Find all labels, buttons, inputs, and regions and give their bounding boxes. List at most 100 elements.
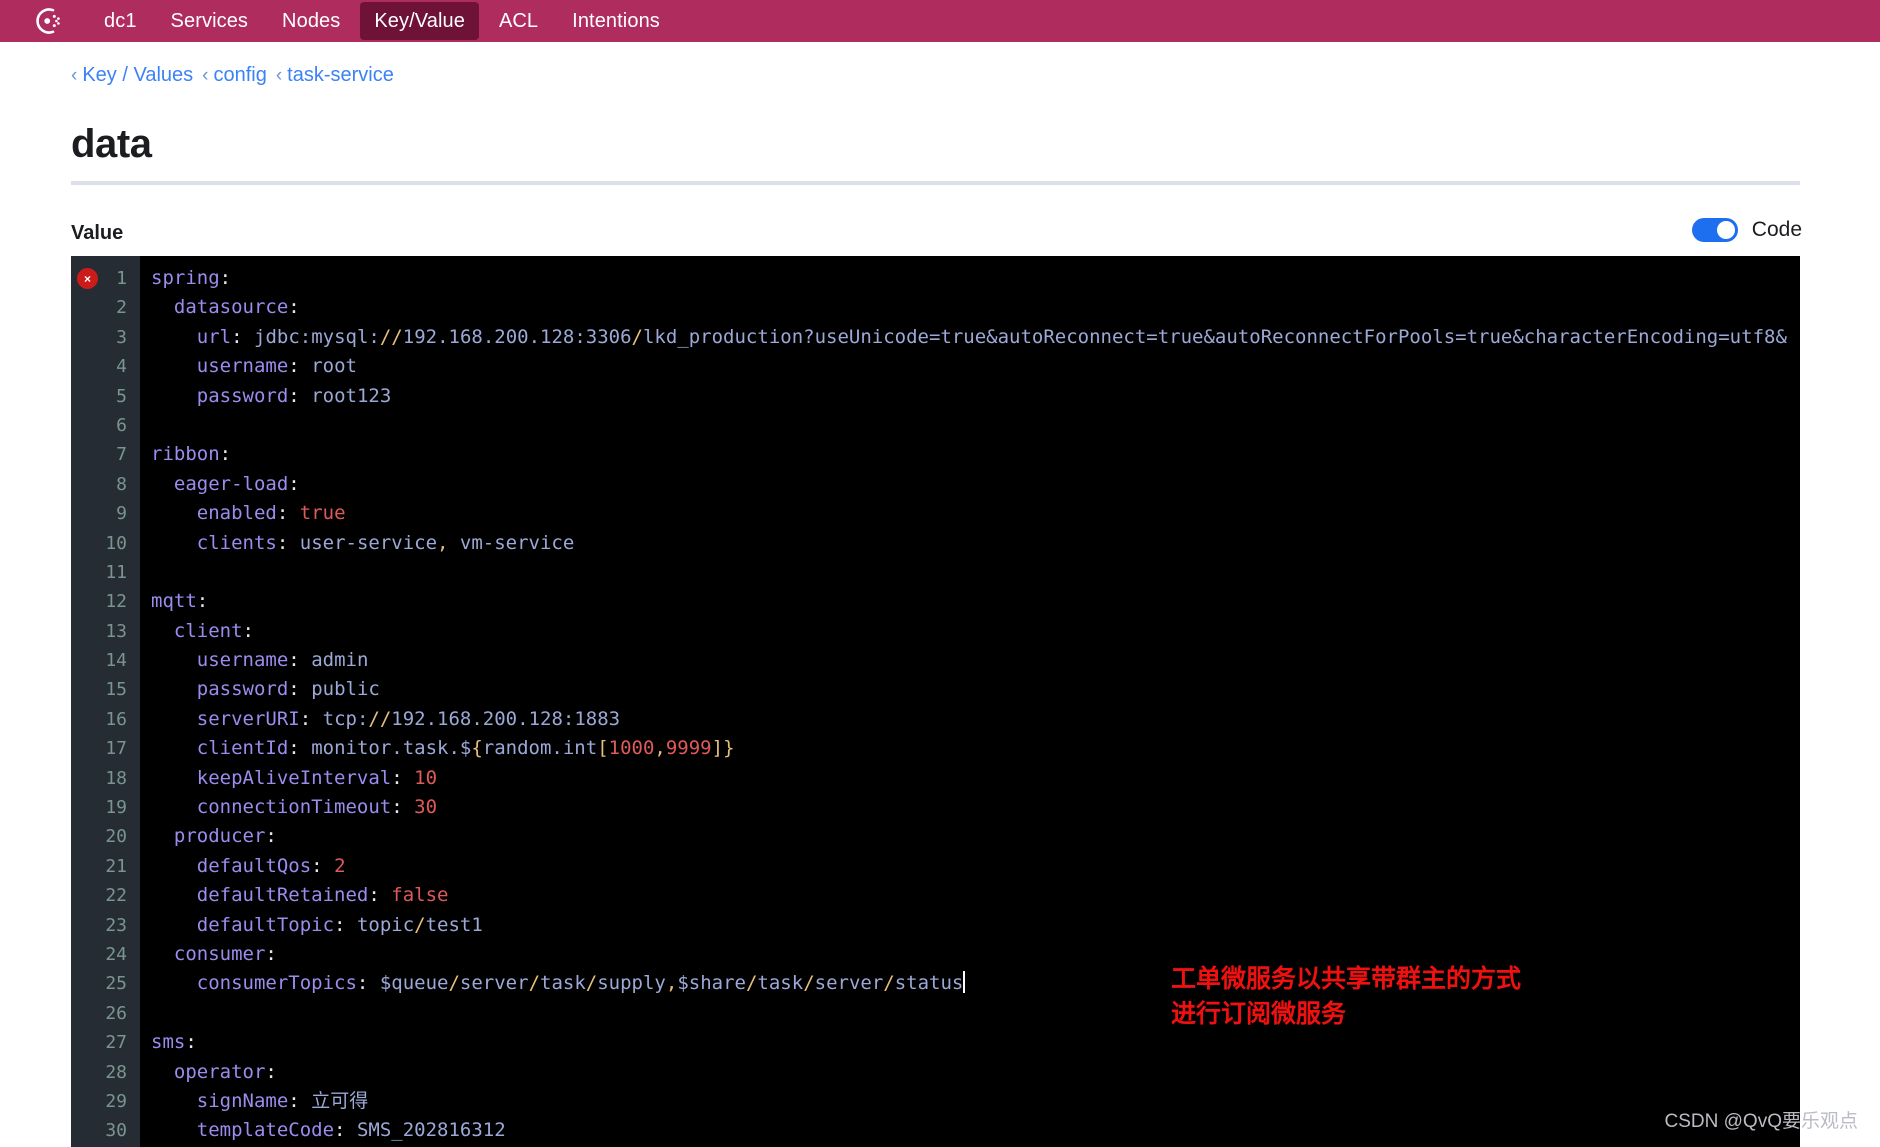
code-toggle-switch[interactable] (1691, 218, 1738, 242)
line-number: 20 (105, 826, 127, 848)
line-number: 12 (105, 591, 127, 613)
breadcrumb-item-task-service[interactable]: task-service (287, 64, 394, 86)
line-number: 5 (116, 385, 127, 407)
code-line[interactable]: 12 mqtt: (71, 587, 1800, 616)
code-line[interactable]: 10 clients: user-service, vm-service (71, 529, 1800, 558)
nav-item-services[interactable]: Services (157, 2, 263, 40)
line-content: enabled: true (196, 502, 346, 525)
line-number: 23 (105, 914, 127, 936)
code-line[interactable]: 23 defaultTopic: topic/test1 (71, 911, 1800, 940)
line-content: password: root123 (196, 384, 392, 407)
editor-lines: 1 spring: 2 datasource: 3 url: jdbc:mysql:/… (71, 264, 1800, 1146)
code-line[interactable]: 2 datasource: (71, 293, 1800, 322)
code-line[interactable]: 26 (71, 999, 1800, 1028)
toggle-knob (1716, 221, 1735, 239)
line-content: username: root (196, 355, 357, 378)
line-number: 21 (105, 855, 127, 877)
line-content: mqtt: (151, 590, 209, 613)
line-number: 2 (116, 297, 127, 319)
consul-logo-icon[interactable] (26, 0, 68, 42)
code-line[interactable]: 20 producer: (71, 822, 1800, 851)
line-content: consumerTopics: $queue/server/task/suppl… (196, 971, 966, 995)
code-line[interactable]: 28 operator: (71, 1058, 1800, 1087)
nav-item-key-value[interactable]: Key/Value (360, 2, 479, 40)
code-line[interactable]: 9 enabled: true (71, 499, 1800, 528)
code-line[interactable]: 21 defaultQos: 2 (71, 852, 1800, 881)
code-line[interactable]: 5 password: root123 (71, 382, 1800, 411)
code-line[interactable]: 11 (71, 558, 1800, 587)
code-line[interactable]: 18 keepAliveInterval: 10 (71, 764, 1800, 793)
nav-item-dc1[interactable]: dc1 (90, 2, 151, 40)
chevron-left-icon: ‹ (202, 65, 209, 86)
code-line[interactable]: 27 sms: (71, 1028, 1800, 1057)
line-content: templateCode: SMS_202816312 (196, 1119, 506, 1142)
line-content: sms: (151, 1031, 197, 1054)
code-line[interactable]: 7 ribbon: (71, 440, 1800, 469)
nav-item-nodes[interactable]: Nodes (268, 2, 354, 40)
line-number: 7 (116, 444, 127, 466)
title-divider (71, 181, 1800, 185)
breadcrumb-item-config[interactable]: config (213, 64, 266, 86)
line-number: 26 (105, 1002, 127, 1024)
line-number: 28 (105, 1061, 127, 1083)
line-number: 27 (105, 1032, 127, 1054)
code-line[interactable]: 29 signName: 立可得 (71, 1087, 1800, 1116)
line-number: 8 (116, 473, 127, 495)
line-content: producer: (173, 825, 277, 848)
line-content: defaultQos: 2 (196, 854, 346, 877)
line-content: client: (173, 619, 254, 642)
code-line[interactable]: 16 serverURI: tcp://192.168.200.128:1883 (71, 705, 1800, 734)
code-line[interactable]: 6 (71, 411, 1800, 440)
line-number: 11 (105, 561, 127, 583)
value-label: Value (71, 222, 124, 244)
line-content: eager-load: (173, 472, 300, 495)
line-number: 6 (116, 414, 127, 436)
line-content: spring: (151, 267, 232, 289)
line-content: clientId: monitor.task.${random.int[1000… (196, 737, 735, 760)
line-number: 25 (105, 973, 127, 995)
line-number: 18 (105, 767, 127, 789)
breadcrumb: ‹ Key / Values ‹ config ‹ task-service (71, 64, 403, 87)
code-line[interactable]: 19 connectionTimeout: 30 (71, 793, 1800, 822)
code-line[interactable]: 25 consumerTopics: $queue/server/task/su… (71, 969, 1800, 998)
code-line[interactable]: 17 clientId: monitor.task.${random.int[1… (71, 734, 1800, 763)
line-content: defaultTopic: topic/test1 (196, 913, 483, 936)
code-line[interactable]: 8 eager-load: (71, 470, 1800, 499)
line-content: ribbon: (151, 443, 232, 466)
watermark: CSDN @QvQ要乐观点 (1664, 1111, 1858, 1132)
line-number: 16 (105, 708, 127, 730)
line-number: 1 (116, 268, 127, 289)
nav-item-intentions[interactable]: Intentions (558, 2, 674, 40)
code-toggle-label: Code (1751, 218, 1802, 241)
code-line[interactable]: 4 username: root (71, 352, 1800, 381)
line-content: keepAliveInterval: 10 (196, 766, 438, 789)
page-title: data (71, 122, 152, 166)
line-content: clients: user-service, vm-service (196, 531, 575, 554)
line-content: serverURI: tcp://192.168.200.128:1883 (196, 707, 621, 730)
line-content: datasource: (173, 296, 300, 319)
nav-item-acl[interactable]: ACL (485, 2, 552, 40)
line-number: 30 (105, 1120, 127, 1142)
line-number: 15 (105, 679, 127, 701)
app-root: dc1 Services Nodes Key/Value ACL Intenti… (0, 0, 1880, 1147)
code-line[interactable]: 30 templateCode: SMS_202816312 (71, 1116, 1800, 1145)
line-number: 13 (105, 620, 127, 642)
breadcrumb-item-key-values[interactable]: Key / Values (82, 64, 193, 86)
line-number: 4 (116, 356, 127, 378)
line-content: defaultRetained: false (196, 884, 449, 907)
line-number: 10 (105, 532, 127, 554)
line-number: 22 (105, 885, 127, 907)
yaml-code-editor[interactable]: × 1 spring: 2 datasource: 3 url: jdbc:mysql… (71, 256, 1800, 1147)
code-line[interactable]: 24 consumer: (71, 940, 1800, 969)
top-navbar: dc1 Services Nodes Key/Value ACL Intenti… (0, 0, 1880, 42)
chevron-left-icon: ‹ (275, 65, 283, 86)
line-content: signName: 立可得 (196, 1089, 369, 1112)
code-line[interactable]: 3 url: jdbc:mysql://192.168.200.128:3306… (71, 323, 1800, 352)
code-line[interactable]: 22 defaultRetained: false (71, 881, 1800, 910)
code-line[interactable]: 13 client: (71, 617, 1800, 646)
line-content: consumer: (173, 942, 277, 965)
code-line[interactable]: 1 spring: (71, 264, 1800, 293)
line-content: connectionTimeout: 30 (196, 796, 438, 819)
code-line[interactable]: 15 password: public (71, 675, 1800, 704)
code-line[interactable]: 14 username: admin (71, 646, 1800, 675)
